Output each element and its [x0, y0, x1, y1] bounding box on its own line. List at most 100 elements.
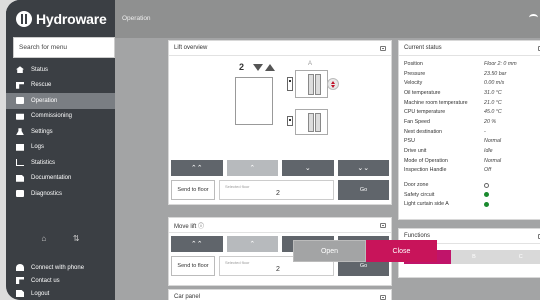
sidebar-item-label: Logs — [31, 144, 45, 151]
lift-car — [235, 77, 273, 125]
bottom-floor-button[interactable]: ⌄⌄ — [337, 160, 389, 176]
lift-visual: 2 A — [169, 56, 391, 160]
safety-circuit-indicator-icon — [484, 192, 489, 198]
status-label: Velocity — [404, 80, 423, 87]
top-floor-button[interactable]: ⌃⌃ — [171, 160, 223, 176]
sort-icon[interactable]: ⇅ — [73, 234, 80, 243]
diagnostics-icon — [16, 190, 24, 198]
status-label: CPU temperature — [404, 109, 446, 116]
page-title: Operation — [122, 15, 151, 22]
sidebar-item-label: Logout — [31, 290, 50, 297]
current-status-panel: Current status Position Floor 2: 0 mm Pre… — [398, 40, 540, 220]
rescue-icon — [16, 81, 24, 89]
connect-with-phone-item[interactable]: Connect with phone — [6, 261, 115, 274]
selected-floor-input[interactable]: Selected floor 2 — [219, 180, 334, 200]
status-label: PSU — [404, 138, 415, 145]
position-indicator-icon — [287, 77, 293, 91]
logo-text: Hydroware — [36, 11, 107, 27]
commissioning-icon — [16, 113, 24, 120]
open-door-button[interactable]: Open — [293, 240, 366, 262]
sidebar-bottom-icons: ⌂ ⇅ — [6, 234, 115, 243]
sidebar-item-rescue[interactable]: Rescue — [6, 78, 115, 94]
status-row: PSU Normal — [404, 137, 540, 147]
direction-up-icon — [265, 64, 275, 71]
selected-floor-placeholder: Selected floor — [225, 184, 250, 189]
status-row: Velocity 0.00 m/s — [404, 78, 540, 88]
lift-overview-panel: Lift overview 2 A ⌃⌃ ⌃ ⌄ ⌄⌄ Send to floo… — [168, 40, 392, 205]
contact-us-item[interactable]: Contact us — [6, 274, 115, 287]
sidebar-item-operation[interactable]: Operation — [6, 93, 115, 109]
down-button[interactable]: ⌄ — [282, 160, 334, 176]
status-label: Oil temperature — [404, 89, 441, 96]
top-bar: Operation — [115, 0, 540, 38]
sidebar-item-label: Contact us — [31, 277, 60, 284]
wifi-icon — [16, 264, 24, 271]
sidebar-item-label: Status — [31, 66, 49, 73]
go-button[interactable]: Go — [338, 180, 389, 200]
up-down-call-icon[interactable] — [327, 78, 339, 90]
status-row: Machine room temperature 21.0 °C — [404, 98, 540, 108]
collapse-icon[interactable] — [380, 45, 386, 51]
status-label: Drive unit — [404, 148, 427, 155]
status-value: 23.50 bar — [484, 70, 507, 77]
status-value: 45.0 °C — [484, 109, 502, 116]
sidebar: Hydroware Search for menu Status Rescue … — [6, 0, 115, 300]
home-icon[interactable]: ⌂ — [41, 234, 46, 243]
sidebar-item-label: Rescue — [31, 82, 52, 89]
logout-item[interactable]: Logout — [6, 287, 115, 300]
up-button[interactable]: ⌃ — [226, 236, 278, 252]
light-curtain-indicator-icon — [484, 201, 489, 207]
panel-title: Move lift ⓘ — [174, 223, 205, 230]
status-value: Floor 2: 0 mm — [484, 60, 517, 67]
tab-c[interactable]: C — [497, 250, 540, 264]
close-door-button[interactable]: Close — [366, 240, 437, 262]
sidebar-item-label: Settings — [31, 128, 53, 135]
shaft-label: A — [308, 61, 313, 67]
status-row: CPU temperature 45.0 °C — [404, 107, 540, 117]
direction-down-icon — [253, 64, 263, 71]
sidebar-item-diagnostics[interactable]: Diagnostics — [6, 186, 115, 202]
door-leaf — [315, 74, 321, 95]
send-to-floor-button[interactable]: Send to floor — [171, 180, 215, 200]
status-value: 21.0 °C — [484, 99, 502, 106]
logs-icon — [16, 143, 24, 151]
panel-header: Move lift ⓘ — [169, 218, 391, 233]
tab-b[interactable]: B — [450, 250, 498, 264]
panel-title: Current status — [404, 45, 442, 51]
search-input[interactable]: Search for menu — [13, 37, 115, 58]
status-row: Fan Speed 20 % — [404, 117, 540, 127]
selected-floor-placeholder: Selected floor — [225, 260, 250, 265]
hydroware-logo-icon — [16, 11, 32, 27]
status-value: Normal — [484, 138, 502, 145]
send-to-floor-button[interactable]: Send to floor — [171, 256, 215, 276]
sidebar-item-settings[interactable]: Settings — [6, 124, 115, 140]
status-value: Idle — [484, 148, 493, 155]
top-floor-button[interactable]: ⌃⌃ — [171, 236, 223, 252]
sidebar-item-documentation[interactable]: Documentation — [6, 171, 115, 187]
status-label: Machine room temperature — [404, 99, 468, 106]
panel-header: Car panel — [169, 290, 391, 300]
status-row: Pressure 23.50 bar — [404, 69, 540, 79]
status-label: Next destination — [404, 128, 442, 135]
logout-icon — [16, 290, 24, 297]
current-floor: 2 — [239, 62, 245, 72]
status-value: Off — [484, 167, 492, 174]
lift-nav-buttons: ⌃⌃ ⌃ ⌄ ⌄⌄ — [169, 160, 391, 176]
documentation-icon — [16, 174, 24, 182]
status-row: Mode of Operation Normal — [404, 156, 540, 166]
wifi-icon — [529, 14, 538, 21]
sidebar-item-logs[interactable]: Logs — [6, 140, 115, 156]
collapse-icon[interactable] — [380, 294, 386, 300]
sidebar-item-status[interactable]: Status — [6, 62, 115, 78]
status-value: 20 % — [484, 118, 497, 125]
status-label: Position — [404, 60, 423, 67]
selected-floor-value: 2 — [276, 190, 280, 197]
up-button[interactable]: ⌃ — [226, 160, 278, 176]
sidebar-item-commissioning[interactable]: Commissioning — [6, 109, 115, 125]
sidebar-item-statistics[interactable]: Statistics — [6, 155, 115, 171]
panel-title: Car panel — [174, 294, 201, 300]
sidebar-item-label: Statistics — [31, 159, 56, 166]
collapse-icon[interactable] — [380, 222, 386, 228]
door-floor-lower — [287, 109, 328, 135]
status-row: Oil temperature 31.0 °C — [404, 88, 540, 98]
